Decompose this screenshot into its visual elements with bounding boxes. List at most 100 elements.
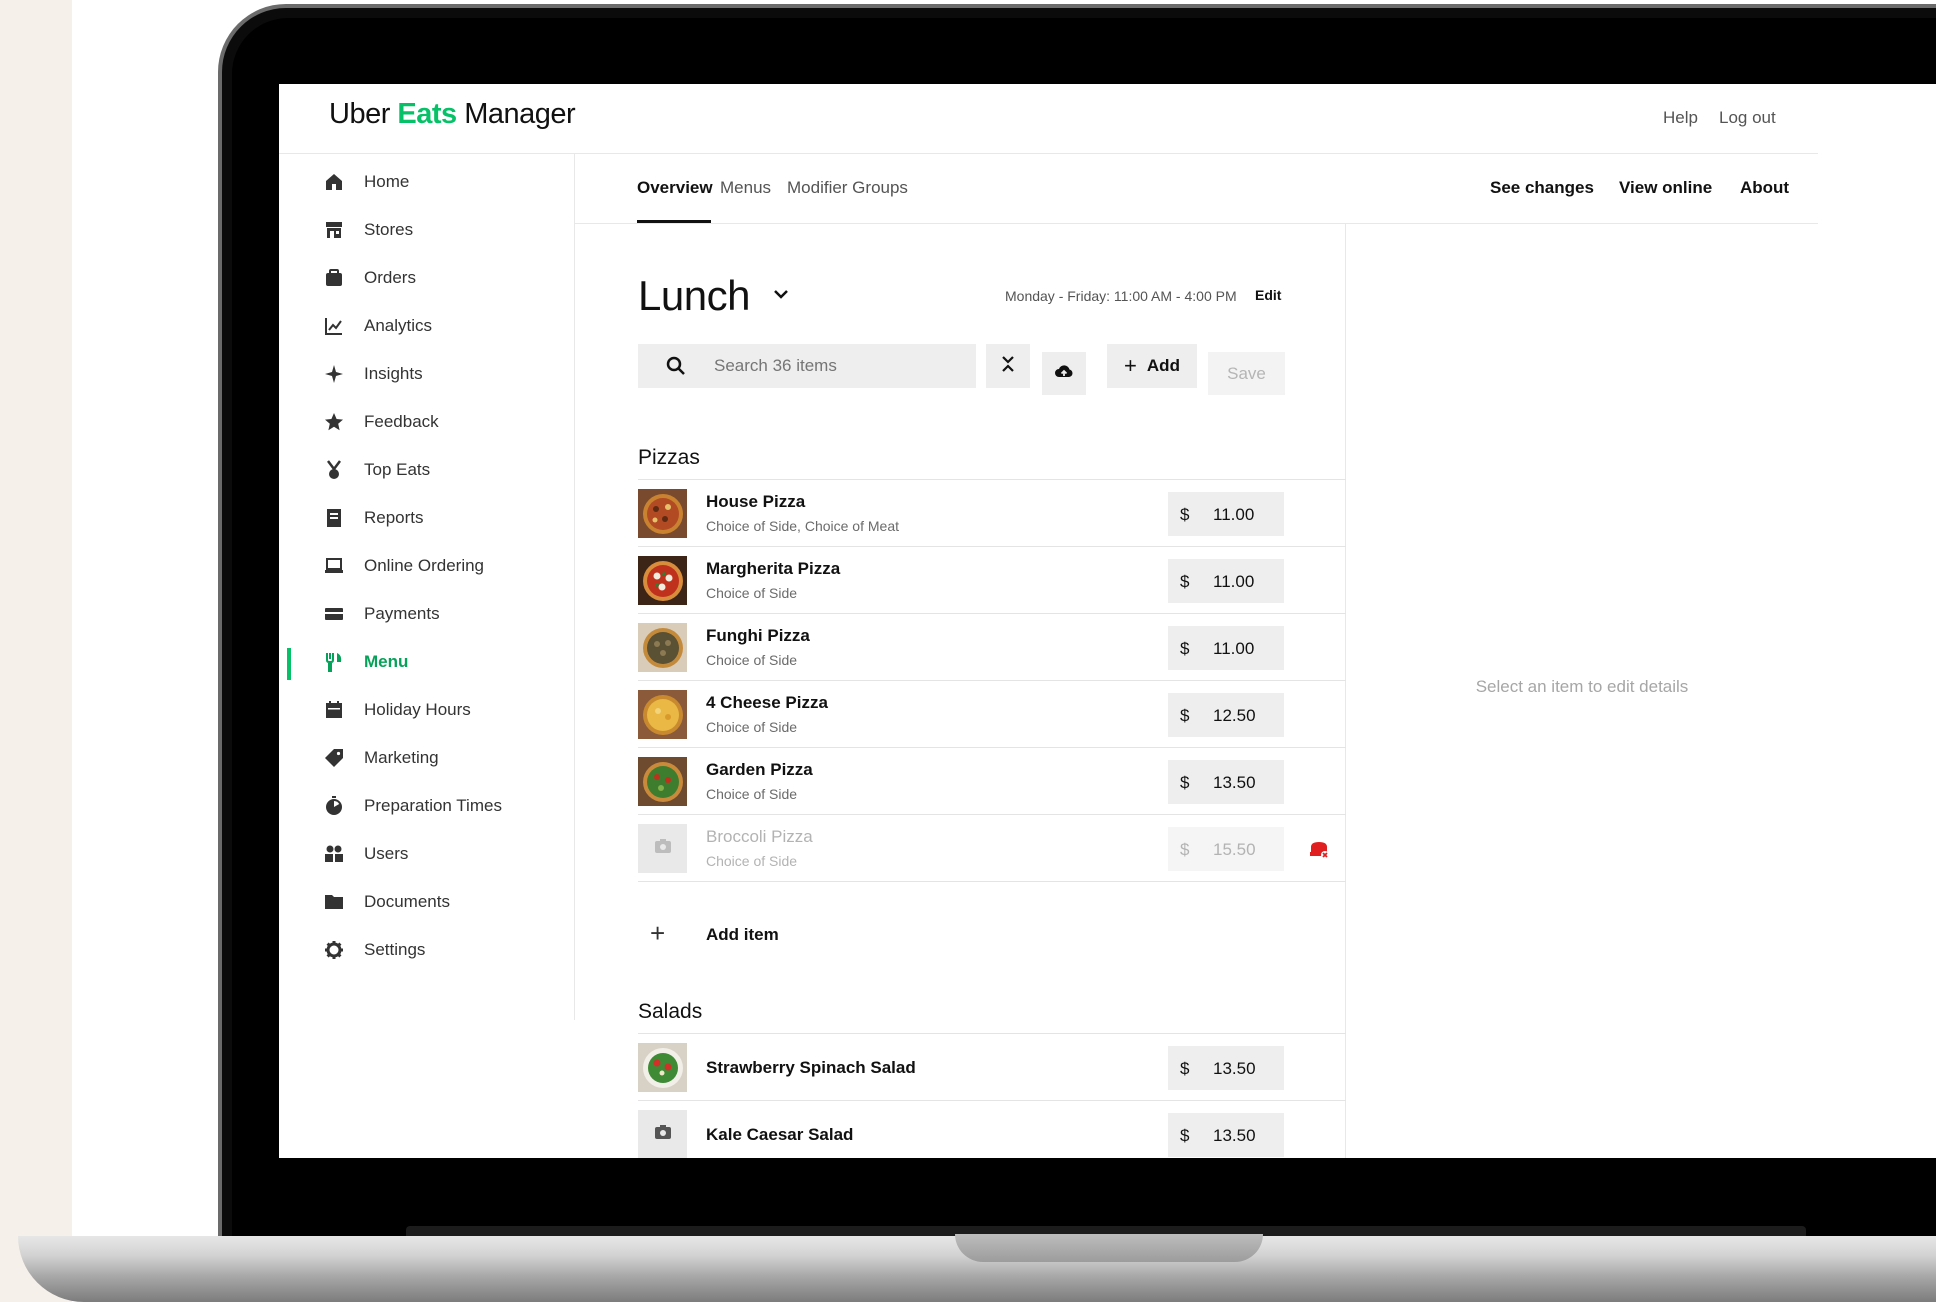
currency-symbol: $: [1180, 1059, 1190, 1078]
price-field[interactable]: $ 13.50: [1168, 1046, 1284, 1090]
report-icon: [323, 507, 345, 529]
menu-item-row[interactable]: Kale Caesar Salad $ 13.50: [638, 1101, 1346, 1158]
sidebar-item-marketing[interactable]: Marketing: [279, 738, 575, 778]
price-field[interactable]: $ 13.50: [1168, 1113, 1284, 1157]
see-changes-link[interactable]: See changes: [1490, 178, 1594, 198]
item-name: House Pizza: [706, 492, 806, 511]
edit-schedule-link[interactable]: Edit: [1255, 287, 1281, 303]
sidebar-item-orders[interactable]: Orders: [279, 258, 575, 298]
chart-icon: [323, 315, 345, 337]
price-field[interactable]: $ 11.00: [1168, 492, 1284, 536]
chevron-down-icon[interactable]: [771, 284, 791, 304]
sidebar-item-label: Payments: [364, 604, 440, 623]
sidebar: Home Stores Orders Analytics Insights Fe…: [279, 154, 575, 1020]
add-button[interactable]: + Add: [1107, 344, 1197, 388]
sidebar-item-label: Online Ordering: [364, 556, 485, 575]
sidebar-item-stores[interactable]: Stores: [279, 210, 575, 250]
price-value: 15.50: [1213, 840, 1256, 859]
store-icon: [323, 219, 345, 241]
logo-manager: Manager: [464, 98, 576, 130]
cloud-upload-icon: [1054, 363, 1074, 384]
sidebar-item-settings[interactable]: Settings: [279, 930, 575, 970]
item-name: Margherita Pizza: [706, 559, 841, 578]
sidebar-item-top-eats[interactable]: Top Eats: [279, 450, 575, 490]
unavailable-item-icon[interactable]: [1308, 838, 1330, 860]
sidebar-item-feedback[interactable]: Feedback: [279, 402, 575, 442]
currency-symbol: $: [1180, 840, 1190, 859]
item-detail-panel: Select an item to edit details: [1346, 224, 1818, 1158]
menu-item-row[interactable]: 4 Cheese Pizza Choice of Side $ 12.50: [638, 681, 1346, 748]
sidebar-item-label: Top Eats: [364, 460, 431, 479]
sidebar-item-documents[interactable]: Documents: [279, 882, 575, 922]
item-modifiers: Choice of Side: [706, 719, 798, 735]
uber-eats-manager-logo[interactable]: Uber Eats Manager: [329, 98, 576, 131]
medal-icon: [323, 459, 345, 481]
sidebar-item-reports[interactable]: Reports: [279, 498, 575, 538]
tab-overview[interactable]: Overview: [637, 178, 713, 198]
item-name: Strawberry Spinach Salad: [706, 1058, 916, 1077]
item-photo: [638, 623, 687, 672]
about-link[interactable]: About: [1740, 178, 1789, 198]
menu-item-row[interactable]: House Pizza Choice of Side, Choice of Me…: [638, 480, 1346, 547]
item-photo: [638, 489, 687, 538]
utensils-icon: [323, 651, 345, 673]
sidebar-item-users[interactable]: Users: [279, 834, 575, 874]
plus-icon: +: [650, 918, 666, 948]
tab-bar: Overview Menus Modifier Groups See chang…: [575, 154, 1818, 224]
top-header: Uber Eats Manager Help Log out: [279, 84, 1818, 154]
price-field[interactable]: $ 11.00: [1168, 626, 1284, 670]
laptop-icon: [323, 555, 345, 577]
tag-icon: [323, 747, 345, 769]
menu-schedule: Monday - Friday: 11:00 AM - 4:00 PM: [1005, 288, 1237, 304]
section-title-salads: Salads: [638, 1000, 703, 1023]
sidebar-item-menu[interactable]: Menu: [279, 642, 575, 682]
collapse-all-button[interactable]: [986, 344, 1030, 388]
price-field[interactable]: $ 15.50: [1168, 827, 1284, 871]
add-button-label: Add: [1146, 356, 1180, 375]
sidebar-item-label: Stores: [364, 220, 414, 239]
photo-placeholder[interactable]: [638, 1110, 687, 1158]
menu-item-row[interactable]: Funghi Pizza Choice of Side $ 11.00: [638, 614, 1346, 681]
sidebar-item-holiday-hours[interactable]: Holiday Hours: [279, 690, 575, 730]
menu-title[interactable]: Lunch: [638, 272, 750, 320]
price-field[interactable]: $ 11.00: [1168, 559, 1284, 603]
menu-item-row[interactable]: Margherita Pizza Choice of Side $ 11.00: [638, 547, 1346, 614]
sidebar-item-label: Home: [364, 172, 410, 191]
detail-empty-state: Select an item to edit details: [1475, 677, 1689, 696]
currency-symbol: $: [1180, 1126, 1190, 1145]
search-input[interactable]: [714, 344, 964, 388]
save-button[interactable]: Save: [1208, 352, 1285, 395]
sidebar-item-label: Users: [364, 844, 409, 863]
item-modifiers: Choice of Side: [706, 585, 798, 601]
menu-item-row[interactable]: Strawberry Spinach Salad $ 13.50: [638, 1034, 1346, 1101]
item-name: Kale Caesar Salad: [706, 1125, 854, 1144]
card-icon: [323, 603, 345, 625]
tab-menus[interactable]: Menus: [720, 178, 771, 198]
item-modifiers: Choice of Side: [706, 652, 798, 668]
upload-button[interactable]: [1042, 352, 1086, 395]
help-link[interactable]: Help: [1663, 108, 1698, 128]
price-value: 13.50: [1213, 1126, 1256, 1145]
sidebar-item-analytics[interactable]: Analytics: [279, 306, 575, 346]
menu-item-row[interactable]: Garden Pizza Choice of Side $ 13.50: [638, 748, 1346, 815]
view-online-link[interactable]: View online: [1619, 178, 1712, 198]
price-field[interactable]: $ 13.50: [1168, 760, 1284, 804]
sidebar-item-label: Analytics: [364, 316, 433, 335]
menu-item-row-unavailable[interactable]: Broccoli Pizza Choice of Side $ 15.50: [638, 815, 1346, 882]
search-icon: [666, 356, 686, 376]
sidebar-item-preparation-times[interactable]: Preparation Times: [279, 786, 575, 826]
app-window: Uber Eats Manager Help Log out Home Stor…: [279, 84, 1936, 1158]
item-photo: [638, 556, 687, 605]
sidebar-item-label: Holiday Hours: [364, 700, 471, 719]
photo-placeholder[interactable]: [638, 824, 687, 873]
sidebar-item-insights[interactable]: Insights: [279, 354, 575, 394]
timer-icon: [323, 795, 345, 817]
gear-icon: [323, 939, 345, 961]
tab-modifier-groups[interactable]: Modifier Groups: [787, 178, 908, 198]
sidebar-item-payments[interactable]: Payments: [279, 594, 575, 634]
sidebar-item-online-ordering[interactable]: Online Ordering: [279, 546, 575, 586]
sidebar-item-home[interactable]: Home: [279, 162, 575, 202]
add-item-button[interactable]: + Add item: [638, 914, 938, 954]
logout-link[interactable]: Log out: [1719, 108, 1776, 128]
price-field[interactable]: $ 12.50: [1168, 693, 1284, 737]
